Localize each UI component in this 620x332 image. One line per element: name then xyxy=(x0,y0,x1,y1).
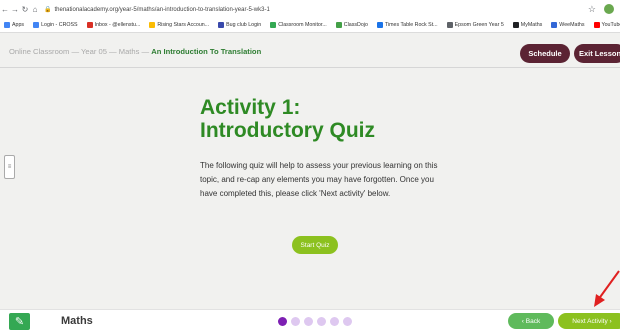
exit-lesson-button[interactable]: Exit Lesson xyxy=(574,44,620,63)
bookmark-label: WeeMaths xyxy=(559,22,585,28)
bookmark-favicon-icon xyxy=(86,22,93,28)
bookmark-favicon-icon xyxy=(33,22,40,28)
bookmark-item[interactable]: Times Table Rock St... xyxy=(376,22,438,28)
chevron-right-icon: › xyxy=(607,317,612,325)
schedule-button[interactable]: Schedule xyxy=(520,44,570,63)
bookmark-item[interactable]: ClassDojo xyxy=(335,22,368,28)
bookmark-favicon-icon xyxy=(270,22,277,28)
lesson-footer: ✎ Maths ‹ Back Next Activity › xyxy=(0,309,620,332)
pencil-icon: ✎ xyxy=(9,313,30,330)
side-panel-tab[interactable]: ≡ xyxy=(4,155,15,179)
bookmarks-bar: Apps Login - CROSS Inbox - @ellenstu... Ris… xyxy=(0,18,620,33)
bookmark-favicon-icon xyxy=(149,22,156,28)
address-bar[interactable]: 🔒 thenationalacademy.org/year-5/maths/an-… xyxy=(44,6,588,13)
url-text: thenationalacademy.org/year-5/maths/an-i… xyxy=(54,6,270,13)
bookmark-label: Rising Stars Accoun... xyxy=(157,22,210,28)
progress-dot[interactable] xyxy=(278,317,287,326)
profile-avatar[interactable] xyxy=(604,4,614,14)
header-divider xyxy=(0,67,620,68)
bookmark-label: Classroom Monitor... xyxy=(278,22,327,28)
red-arrow-icon xyxy=(594,270,620,307)
progress-dots xyxy=(278,317,356,326)
home-icon[interactable]: ⌂ xyxy=(30,5,40,14)
back-button[interactable]: ‹ Back xyxy=(508,313,554,329)
bookmark-label: Epsom Green Year 5 xyxy=(454,22,504,28)
bookmark-item[interactable]: Rising Stars Accoun... xyxy=(149,22,209,28)
breadcrumb: Online Classroom — Year 05 — Maths — An … xyxy=(9,47,261,56)
bookmark-label: Inbox - @ellenstu... xyxy=(94,22,141,28)
breadcrumb-current: An Introduction To Translation xyxy=(151,47,262,56)
next-label: Next Activity xyxy=(572,317,608,325)
lock-icon: 🔒 xyxy=(44,6,52,13)
progress-dot[interactable] xyxy=(317,317,326,326)
bookmark-star-icon[interactable]: ☆ xyxy=(588,4,596,15)
bookmark-label: MyMaths xyxy=(520,22,543,28)
bookmark-label: Apps xyxy=(12,22,25,28)
back-arrow-icon[interactable]: ← xyxy=(0,5,10,14)
next-activity-button[interactable]: Next Activity › xyxy=(558,313,620,329)
bookmark-item[interactable]: WeeMaths xyxy=(551,22,585,28)
bookmark-item[interactable]: YouTube xyxy=(593,22,620,28)
bookmark-item[interactable]: Apps xyxy=(4,22,24,28)
bookmark-favicon-icon xyxy=(218,22,225,28)
subject-label: Maths xyxy=(61,315,93,327)
bookmark-label: Times Table Rock St... xyxy=(384,22,438,28)
breadcrumb-path[interactable]: Online Classroom — Year 05 — Maths — xyxy=(9,47,149,56)
bookmark-label: YouTube xyxy=(601,22,620,28)
bookmark-favicon-icon xyxy=(551,22,558,28)
bookmark-item[interactable]: Inbox - @ellenstu... xyxy=(86,22,141,28)
activity-title: Activity 1: Introductory Quiz xyxy=(200,96,375,142)
progress-dot[interactable] xyxy=(343,317,352,326)
activity-title-line1: Activity 1: xyxy=(200,96,301,119)
reload-icon[interactable]: ↻ xyxy=(20,5,30,14)
bookmark-favicon-icon xyxy=(512,22,519,28)
bookmark-favicon-icon xyxy=(376,22,383,28)
bookmark-label: Bug club Login xyxy=(226,22,262,28)
bookmark-label: Login - CROSS xyxy=(41,22,78,28)
bookmark-favicon-icon xyxy=(593,22,600,28)
back-label: Back xyxy=(525,317,541,325)
bookmark-item[interactable]: Classroom Monitor... xyxy=(270,22,327,28)
bookmark-favicon-icon xyxy=(335,22,342,28)
progress-dot[interactable] xyxy=(330,317,339,326)
browser-toolbar: ← → ↻ ⌂ 🔒 thenationalacademy.org/year-5/m… xyxy=(0,0,620,18)
bookmark-item[interactable]: Bug club Login xyxy=(218,22,261,28)
progress-dot[interactable] xyxy=(304,317,313,326)
activity-description: The following quiz will help to assess y… xyxy=(200,161,438,198)
bookmark-item[interactable]: Epsom Green Year 5 xyxy=(446,22,504,28)
bookmark-item[interactable]: MyMaths xyxy=(512,22,543,28)
bookmark-favicon-icon xyxy=(4,22,10,28)
bookmark-label: ClassDojo xyxy=(343,22,368,28)
bookmark-favicon-icon xyxy=(446,22,453,28)
activity-title-line2: Introductory Quiz xyxy=(200,119,375,142)
bookmark-item[interactable]: Login - CROSS xyxy=(33,22,78,28)
start-quiz-button[interactable]: Start Quiz xyxy=(292,236,338,254)
progress-dot[interactable] xyxy=(291,317,300,326)
forward-arrow-icon[interactable]: → xyxy=(10,5,20,14)
